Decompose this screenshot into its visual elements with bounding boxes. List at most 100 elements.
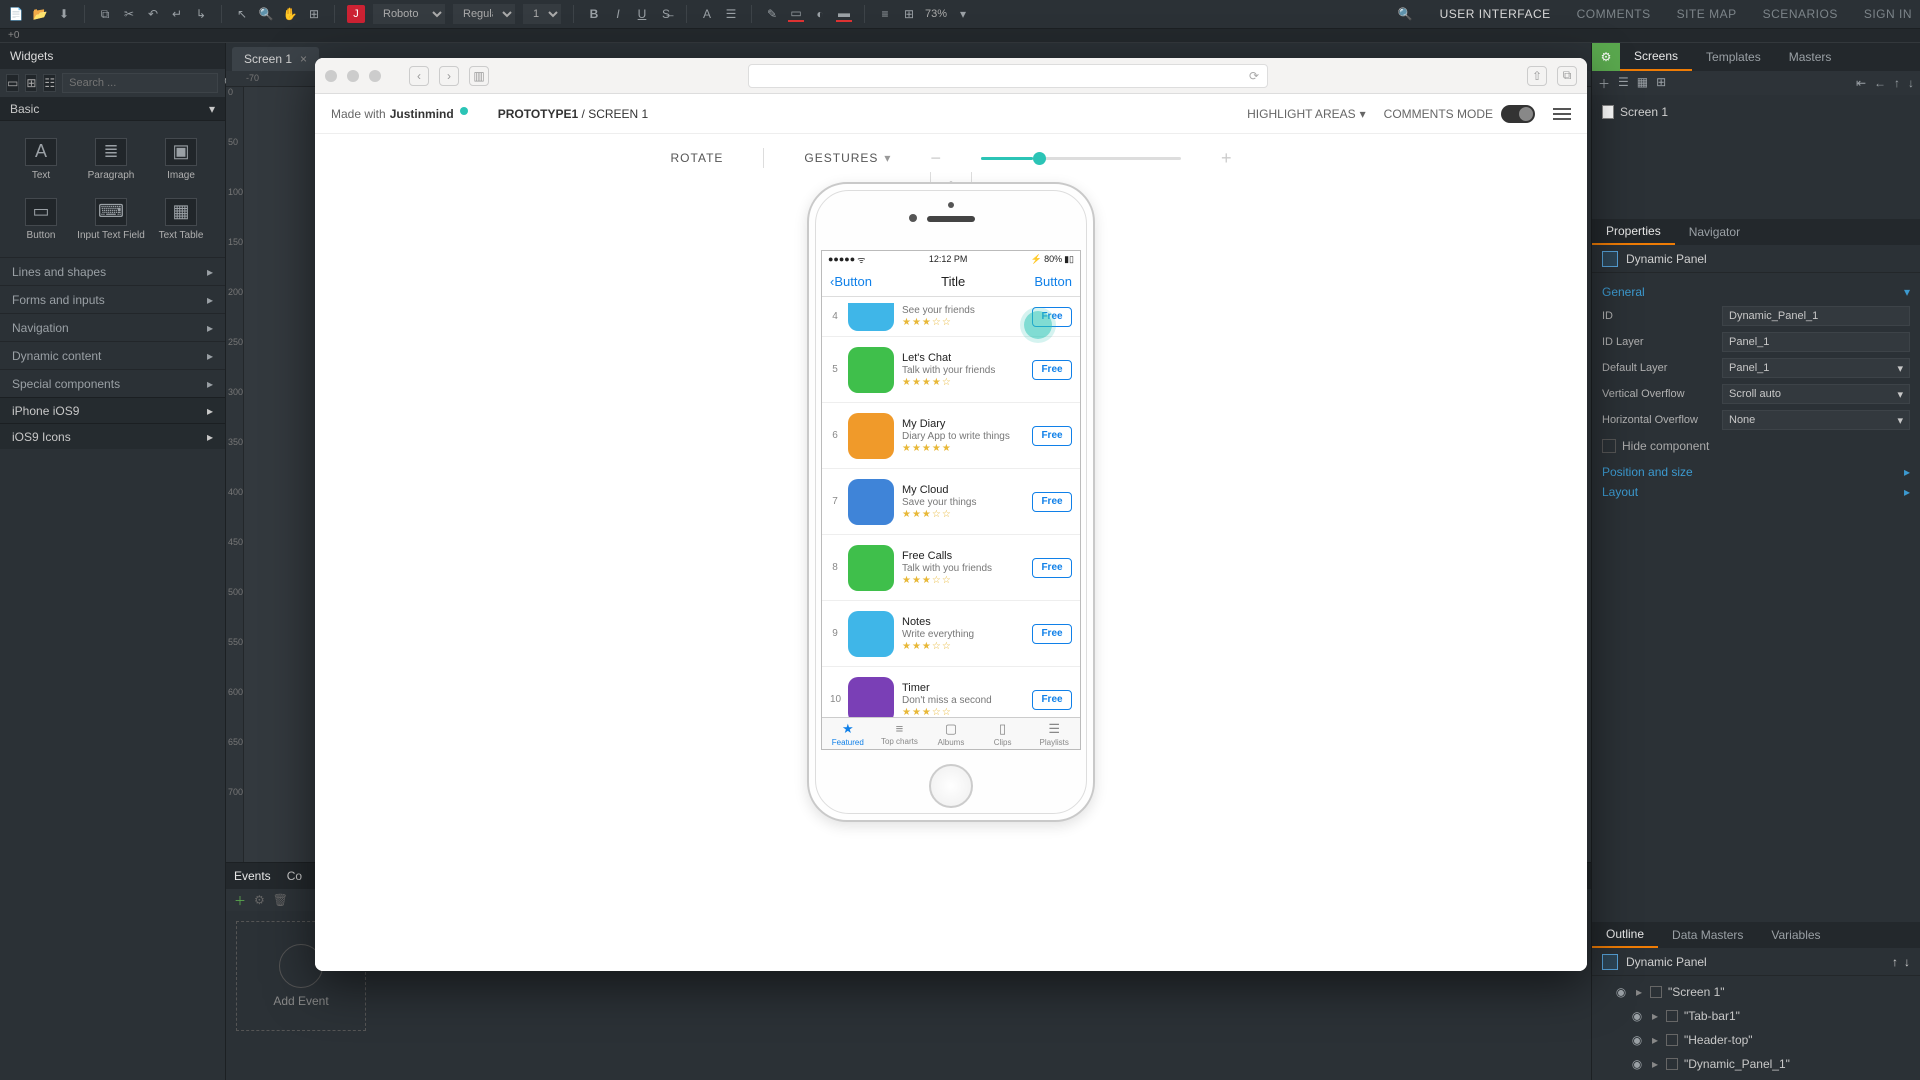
app-row[interactable]: 5 Let's Chat Talk with your friends ★★★★…	[822, 337, 1080, 403]
nav-action-button[interactable]: Button	[1034, 274, 1072, 289]
tab-variables[interactable]: Variables	[1757, 922, 1834, 948]
twisty-icon[interactable]: ▸	[1634, 985, 1644, 999]
widget-mode-3-icon[interactable]: ☷	[43, 74, 56, 92]
add-screen-icon[interactable]: ＋	[1598, 75, 1610, 92]
zoom-value[interactable]: 73%	[925, 8, 947, 20]
outline-down-icon[interactable]: ↓	[1904, 955, 1910, 969]
outline-item[interactable]: ◉ ▸ "Header-top"	[1598, 1028, 1914, 1052]
hide-component-checkbox[interactable]	[1602, 439, 1616, 453]
phone-home-button[interactable]	[929, 764, 973, 808]
traffic-close-icon[interactable]	[325, 70, 337, 82]
pointer-icon[interactable]: ↖	[234, 6, 250, 22]
widget-image[interactable]: ▣ Image	[146, 129, 216, 189]
distribute-icon[interactable]: ⊞	[901, 6, 917, 22]
app-price-button[interactable]: Free	[1032, 624, 1072, 644]
align-icon[interactable]: ≡	[877, 6, 893, 22]
tab-properties[interactable]: Properties	[1592, 219, 1675, 245]
stroke-color-icon[interactable]: ▭	[788, 6, 804, 22]
nav-first-icon[interactable]: ⇤	[1856, 76, 1866, 90]
widget-mode-2-icon[interactable]: ⊞	[25, 74, 37, 92]
comments-mode-switch[interactable]	[1501, 105, 1535, 123]
app-row[interactable]: 7 My Cloud Save your things ★★★☆☆ Free	[822, 469, 1080, 535]
twisty-icon[interactable]: ▸	[1650, 1033, 1660, 1047]
italic-icon[interactable]: I	[610, 6, 626, 22]
widget-library-ios9-icons[interactable]: iOS9 Icons▸	[0, 423, 225, 449]
copy-icon[interactable]: ⧉	[97, 6, 113, 22]
widget-text-table[interactable]: ▦ Text Table	[146, 189, 216, 249]
browser-tabs-icon[interactable]: ⧉	[1557, 66, 1577, 86]
zoom-out-icon[interactable]: −	[930, 148, 941, 169]
browser-address-bar[interactable]: ⟳	[748, 64, 1268, 88]
app-price-button[interactable]: Free	[1032, 492, 1072, 512]
fill-color-icon[interactable]: ▬	[836, 6, 852, 22]
visibility-icon[interactable]: ◉	[1630, 1057, 1644, 1071]
browser-back-icon[interactable]: ‹	[409, 66, 429, 86]
preview-menu-icon[interactable]	[1553, 108, 1571, 120]
browser-reload-icon[interactable]: ⟳	[1249, 69, 1259, 83]
nav-ui[interactable]: USER INTERFACE	[1440, 7, 1551, 21]
tab-datamasters[interactable]: Data Masters	[1658, 922, 1757, 948]
nav-comments[interactable]: COMMENTS	[1577, 7, 1651, 21]
section-general[interactable]: General▾	[1602, 285, 1910, 299]
visibility-icon[interactable]: ◉	[1630, 1009, 1644, 1023]
widget-category-dynamic-content[interactable]: Dynamic content▸	[0, 341, 225, 369]
pen-icon[interactable]: ✎	[764, 6, 780, 22]
browser-sidebar-icon[interactable]: ▥	[469, 66, 489, 86]
app-row[interactable]: 6 My Diary Diary App to write things ★★★…	[822, 403, 1080, 469]
screen-tab[interactable]: Screen 1 ×	[232, 47, 319, 71]
events-tab-2[interactable]: Co	[287, 869, 302, 883]
tabbar-featured[interactable]: ★ Featured	[822, 718, 874, 749]
nav-prev-icon[interactable]: ←	[1874, 76, 1886, 90]
list-view-icon[interactable]: ☰	[1618, 75, 1629, 92]
zoom-slider[interactable]	[981, 157, 1181, 160]
hide-component-row[interactable]: Hide component	[1602, 433, 1910, 459]
font-family-select[interactable]: Roboto	[373, 4, 445, 24]
widget-search-input[interactable]	[62, 73, 218, 93]
font-size-select[interactable]: 10	[523, 4, 561, 24]
nav-down-icon[interactable]: ↓	[1908, 76, 1914, 90]
text-color-icon[interactable]: A	[699, 6, 715, 22]
tab-templates[interactable]: Templates	[1692, 43, 1775, 71]
new-icon[interactable]: 📄	[8, 6, 24, 22]
widget-text[interactable]: A Text	[6, 129, 76, 189]
zoom-caret-icon[interactable]: ▾	[955, 6, 971, 22]
tabbar-albums[interactable]: ▢ Albums	[925, 718, 977, 749]
browser-fwd-icon[interactable]: ›	[439, 66, 459, 86]
opacity-icon[interactable]: ◐	[812, 6, 828, 22]
widget-mode-1-icon[interactable]: ▭	[6, 74, 19, 92]
tab-screens[interactable]: Screens	[1620, 43, 1692, 71]
justinmind-label[interactable]: Justinmind	[390, 107, 454, 121]
outline-item[interactable]: ◉ ▸ "Dynamic_Panel_1"	[1598, 1052, 1914, 1076]
outline-up-icon[interactable]: ↑	[1892, 955, 1898, 969]
nav-back-button[interactable]: ‹ Button	[830, 274, 872, 289]
widget-library-iphone-ios9[interactable]: iPhone iOS9▸	[0, 397, 225, 423]
tab-masters[interactable]: Masters	[1775, 43, 1846, 71]
twisty-icon[interactable]: ▸	[1650, 1009, 1660, 1023]
section-layout[interactable]: Layout▸	[1602, 485, 1910, 499]
app-row[interactable]: 10 Timer Don't miss a second ★★★☆☆ Free	[822, 667, 1080, 717]
hand-icon[interactable]: ✋	[282, 6, 298, 22]
app-price-button[interactable]: Free	[1032, 360, 1072, 380]
undo-icon[interactable]: ↶	[145, 6, 161, 22]
app-row[interactable]: 9 Notes Write everything ★★★☆☆ Free	[822, 601, 1080, 667]
tabbar-playlists[interactable]: ☰ Playlists	[1028, 718, 1080, 749]
thumb-view-icon[interactable]: ⊞	[1656, 75, 1666, 92]
add-event-icon[interactable]: ＋	[234, 892, 246, 909]
zoom-in-icon[interactable]: +	[1221, 148, 1232, 169]
sign-in-link[interactable]: SIGN IN	[1864, 7, 1912, 21]
traffic-max-icon[interactable]	[369, 70, 381, 82]
cut-icon[interactable]: ✂	[121, 6, 137, 22]
app-price-button[interactable]: Free	[1032, 690, 1072, 710]
events-tab[interactable]: Events	[234, 869, 271, 883]
tabbar-clips[interactable]: ▯ Clips	[977, 718, 1029, 749]
widget-category-special-components[interactable]: Special components▸	[0, 369, 225, 397]
prop-value[interactable]: Panel_1▾	[1722, 358, 1910, 378]
nav-scenarios[interactable]: SCENARIOS	[1763, 7, 1838, 21]
outline-item[interactable]: ◉ ▸ "Screen 1"	[1598, 980, 1914, 1004]
rotate-button[interactable]: ROTATE	[671, 151, 724, 165]
widget-category-forms-and-inputs[interactable]: Forms and inputs▸	[0, 285, 225, 313]
line-height-icon[interactable]: ☰	[723, 6, 739, 22]
widget-input-text-field[interactable]: ⌨ Input Text Field	[76, 189, 146, 249]
stamp-icon[interactable]: ⊞	[306, 6, 322, 22]
highlight-areas-toggle[interactable]: HIGHLIGHT AREAS ▾	[1247, 107, 1366, 121]
